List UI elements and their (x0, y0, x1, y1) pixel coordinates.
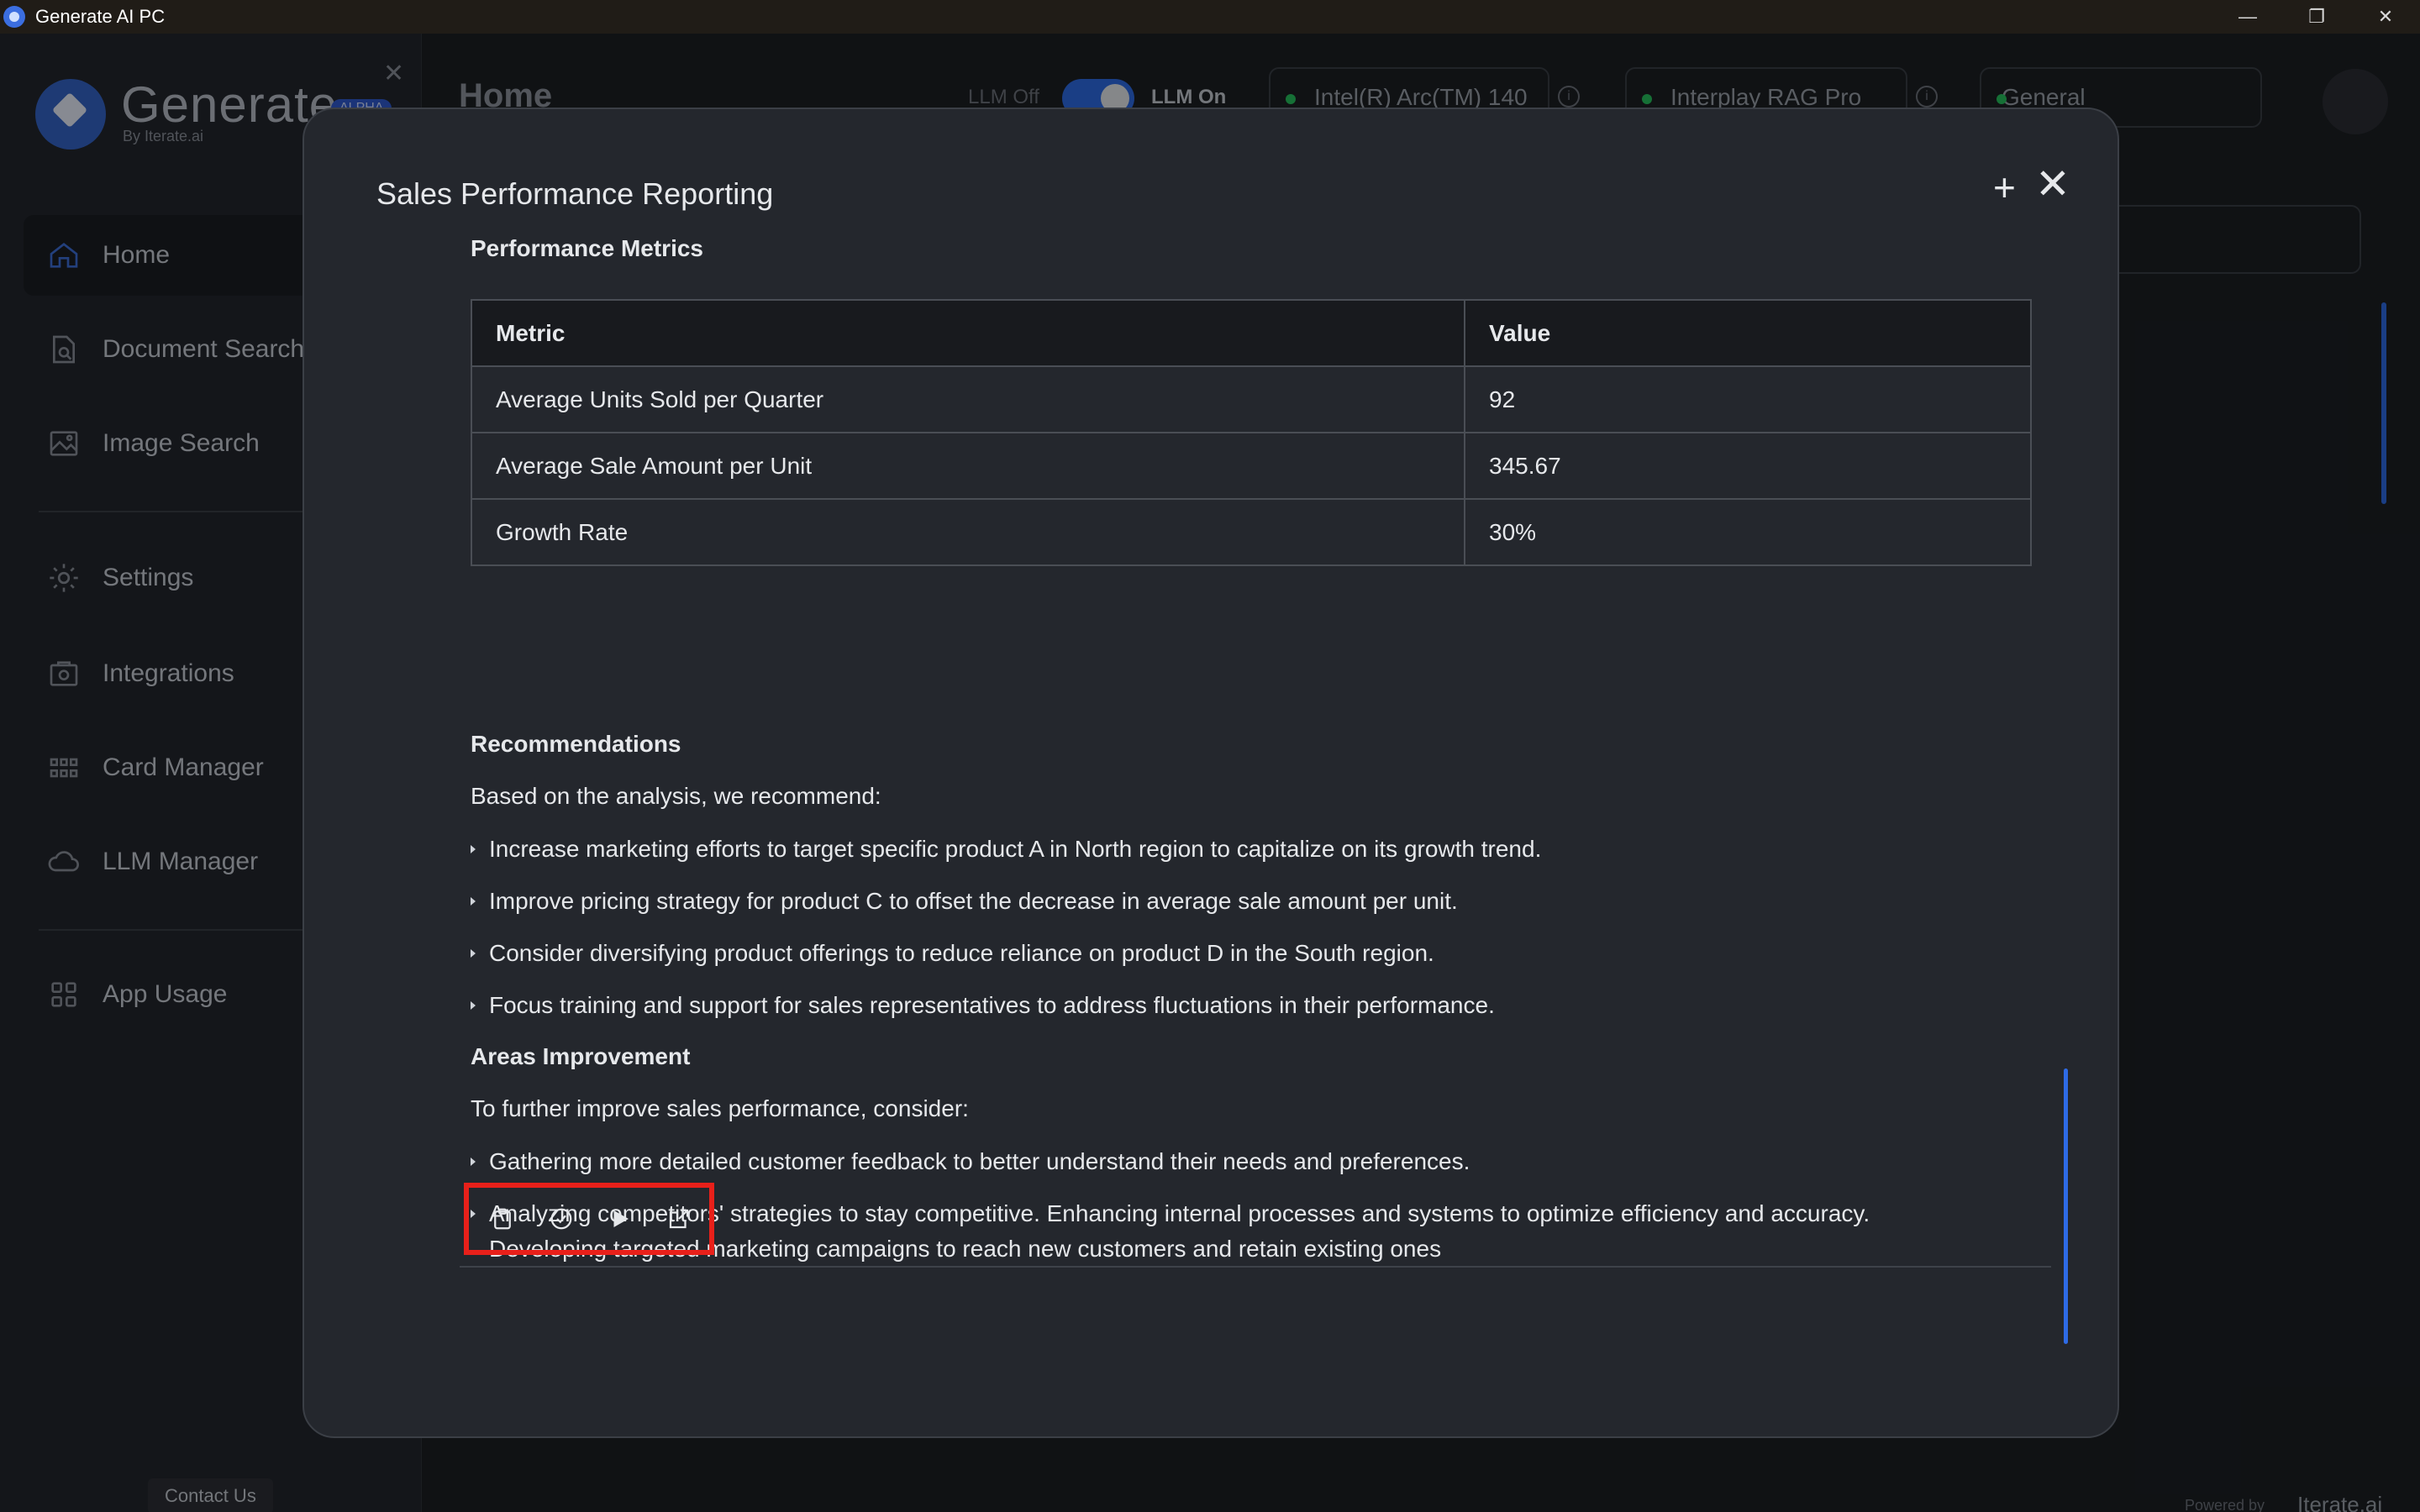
close-icon[interactable]: ✕ (2035, 163, 2070, 205)
table-header: Metric (471, 299, 1465, 367)
add-icon[interactable]: + (1993, 168, 2016, 207)
recommendations-heading: Recommendations (471, 731, 681, 757)
table-cell: Growth Rate (471, 498, 1465, 566)
message-actions-toolbar (464, 1183, 714, 1255)
table-header-row: Metric Value (471, 299, 2032, 367)
feedback-button[interactable] (536, 1194, 587, 1244)
list-item: Gathering more detailed customer feedbac… (471, 1144, 1470, 1179)
table-row: Average Sale Amount per Unit 345.67 (471, 432, 2032, 500)
table-header: Value (1464, 299, 2032, 367)
recommendations-intro: Based on the analysis, we recommend: (471, 783, 881, 809)
feedback-icon (550, 1208, 572, 1230)
table-row: Average Units Sold per Quarter 92 (471, 365, 2032, 433)
list-item: Improve pricing strategy for product C t… (471, 884, 1458, 919)
table-cell: 30% (1464, 498, 2032, 566)
modal-title: Sales Performance Reporting (376, 176, 774, 211)
window-titlebar: Generate AI PC — ❐ ✕ (0, 0, 2420, 34)
metrics-table: Metric Value Average Units Sold per Quar… (471, 299, 2032, 566)
areas-improvement-heading: Areas Improvement (471, 1043, 691, 1069)
performance-metrics-heading: Performance Metrics (471, 235, 704, 261)
modal-scrollbar[interactable] (2064, 1068, 2068, 1344)
areas-intro: To further improve sales performance, co… (471, 1095, 969, 1121)
table-cell: Average Units Sold per Quarter (471, 365, 1465, 433)
minimize-icon[interactable]: — (2213, 0, 2282, 34)
table-row: Growth Rate 30% (471, 498, 2032, 566)
list-item: Focus training and support for sales rep… (471, 988, 1495, 1023)
close-window-icon[interactable]: ✕ (2351, 0, 2420, 34)
window-title: Generate AI PC (35, 6, 166, 27)
play-button[interactable] (595, 1194, 645, 1244)
table-cell: 92 (1464, 365, 2032, 433)
copy-button[interactable] (477, 1194, 528, 1244)
list-item: Increase marketing efforts to target spe… (471, 832, 1541, 867)
restore-icon[interactable]: ❐ (2282, 0, 2351, 34)
report-modal: Sales Performance Reporting + ✕ Performa… (302, 108, 2119, 1438)
table-cell: Average Sale Amount per Unit (471, 432, 1465, 500)
table-cell: 345.67 (1464, 432, 2032, 500)
play-icon (613, 1210, 629, 1227)
app-icon (3, 6, 25, 28)
share-button[interactable] (654, 1194, 704, 1244)
clipboard-icon (494, 1208, 511, 1230)
message-divider (460, 1266, 2051, 1268)
list-item: Consider diversifying product offerings … (471, 936, 1434, 971)
share-icon (669, 1209, 689, 1229)
